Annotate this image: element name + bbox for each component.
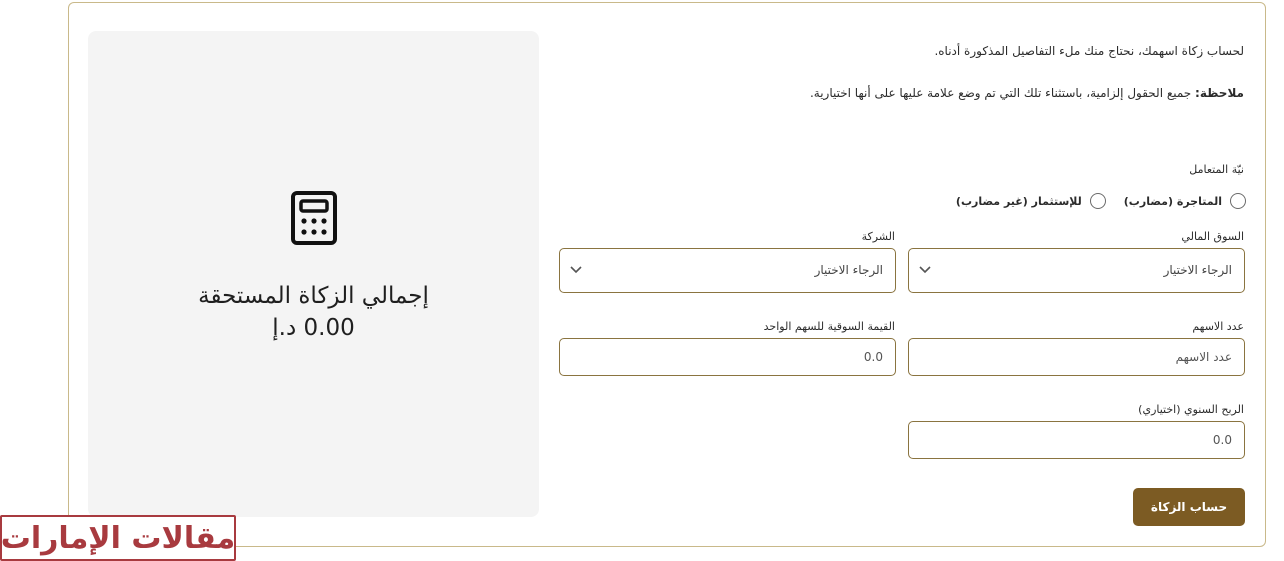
intent-label: نيّة المتعامل — [1189, 163, 1244, 176]
intent-radio-group: المتاجرة (مضارب) للإستثمار (غير مضارب) — [956, 193, 1246, 209]
note-body: جميع الحقول إلزامية، باستثناء تلك التي ت… — [809, 86, 1196, 100]
company-label: الشركة — [861, 230, 895, 243]
radio-investment-label: للإستثمار (غير مضارب) — [955, 194, 1082, 208]
watermark-logo: مقالات الإمارات — [0, 515, 236, 561]
result-title: إجمالي الزكاة المستحقة — [198, 283, 429, 309]
result-card: إجمالي الزكاة المستحقة 0.00 د.إ — [88, 31, 539, 517]
radio-trading[interactable]: المتاجرة (مضارب) — [1124, 193, 1246, 209]
intro-text: لحساب زكاة اسهمك، نحتاج منك ملء التفاصيل… — [934, 44, 1244, 58]
shares-placeholder: عدد الاسهم — [1175, 350, 1232, 364]
market-select-value: الرجاء الاختيار — [1163, 263, 1232, 277]
calculator-icon — [291, 191, 337, 245]
radio-unchecked-icon[interactable] — [1089, 193, 1106, 209]
svg-text:مقالات الإمارات: مقالات الإمارات — [2, 521, 234, 556]
annual-profit-label: الربح السنوي (اختياري) — [1138, 403, 1244, 416]
market-value-value: 0.0 — [863, 350, 883, 364]
result-value: 0.00 د.إ — [272, 315, 355, 341]
radio-trading-label: المتاجرة (مضارب) — [1123, 194, 1222, 208]
company-select[interactable]: الرجاء الاختيار — [559, 248, 896, 293]
watermark-logo-art: مقالات الإمارات — [2, 521, 234, 556]
annual-profit-value: 0.0 — [1212, 433, 1232, 447]
radio-investment[interactable]: للإستثمار (غير مضارب) — [956, 193, 1106, 209]
note-text: ملاحظة: جميع الحقول إلزامية، باستثناء تل… — [810, 86, 1244, 100]
chevron-down-icon — [570, 266, 582, 274]
annual-profit-input[interactable]: 0.0 — [908, 421, 1245, 459]
radio-unchecked-icon[interactable] — [1230, 193, 1246, 209]
market-value-input[interactable]: 0.0 — [559, 338, 896, 376]
market-label: السوق المالي — [1181, 230, 1244, 243]
market-select[interactable]: الرجاء الاختيار — [908, 248, 1245, 293]
market-value-label: القيمة السوقية للسهم الواحد — [763, 320, 895, 333]
shares-label: عدد الاسهم — [1192, 320, 1244, 333]
company-select-value: الرجاء الاختيار — [814, 263, 883, 277]
chevron-down-icon — [919, 266, 931, 274]
note-prefix: ملاحظة: — [1195, 86, 1244, 100]
shares-input[interactable]: عدد الاسهم — [908, 338, 1245, 376]
calculate-zakat-button[interactable]: حساب الزكاة — [1133, 488, 1245, 526]
